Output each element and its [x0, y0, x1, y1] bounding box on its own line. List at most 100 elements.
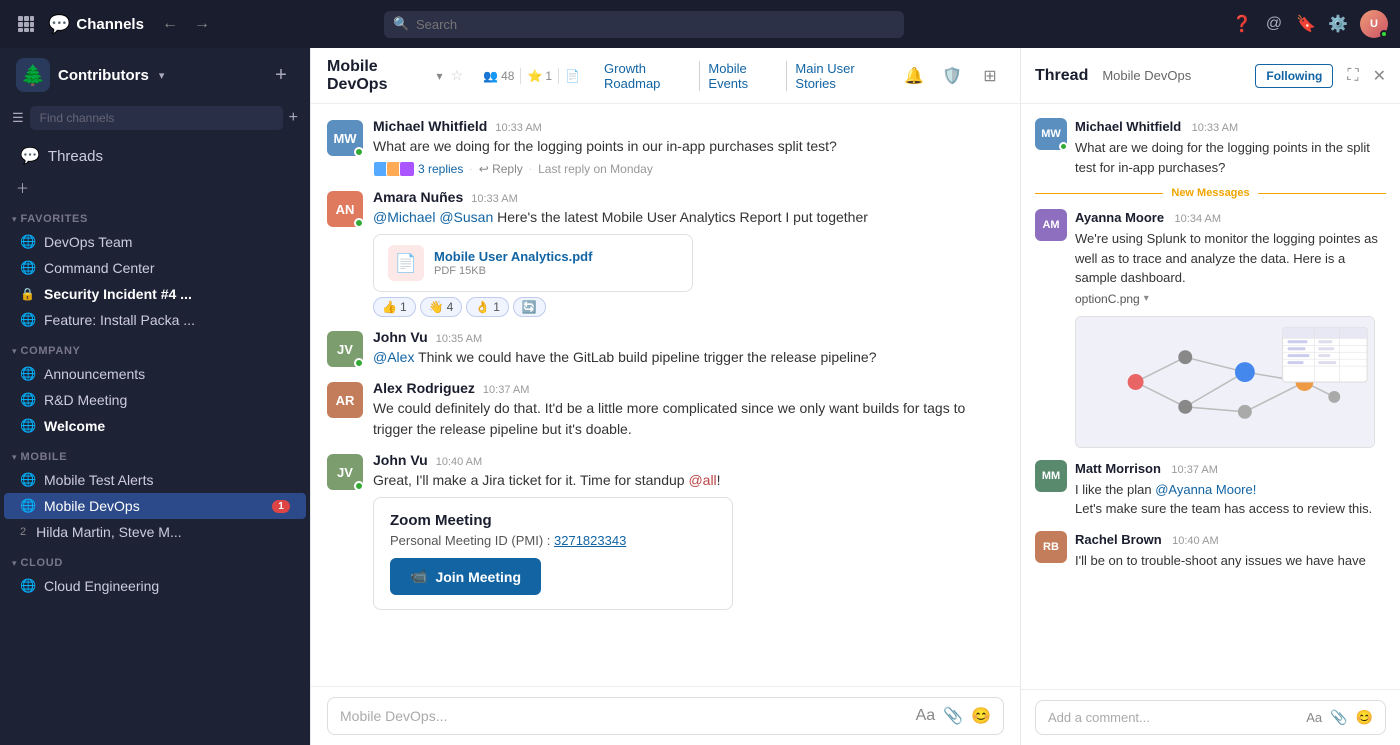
company-section-header[interactable]: ▾ COMPANY	[0, 341, 310, 361]
mobile-section-header[interactable]: ▾ MOBILE	[0, 447, 310, 467]
pdf-file-icon: 📄	[388, 245, 424, 281]
zoom-meeting-title: Zoom Meeting	[390, 512, 716, 529]
thread-sender-name: Rachel Brown	[1075, 532, 1162, 547]
close-icon[interactable]: ✕	[1373, 66, 1386, 86]
thread-dot-separator: ·	[469, 164, 472, 175]
sidebar-item-label: DevOps Team	[44, 234, 290, 250]
thread-message-header: Ayanna Moore 10:34 AM	[1075, 209, 1386, 227]
nav-forward-button[interactable]: →	[188, 11, 216, 37]
reaction-wave[interactable]: 👋4	[420, 297, 463, 317]
sidebar-item-command-center[interactable]: 🌐 Command Center	[4, 255, 306, 281]
font-size-icon[interactable]: Aa	[1306, 710, 1322, 725]
help-icon[interactable]: ❓	[1232, 14, 1252, 34]
workspace-selector[interactable]: 🌲 Contributors ▾	[16, 58, 164, 92]
reaction-ok[interactable]: 👌1	[466, 297, 509, 317]
thread-message-time: 10:34 AM	[1175, 213, 1221, 225]
mention-all: @all	[688, 472, 716, 488]
attachment-icon[interactable]: 📎	[1330, 709, 1347, 726]
thread-message-avatar: RB	[1035, 531, 1067, 563]
avatar-online-dot	[354, 358, 364, 368]
shield-icon[interactable]: 🛡️	[938, 62, 966, 90]
image-preview-card[interactable]	[1075, 316, 1375, 448]
bookmark-icon[interactable]: 🔖	[1296, 14, 1316, 34]
workspace-chevron-icon: ▾	[159, 69, 165, 82]
thread-dot-separator-2: ·	[529, 164, 532, 175]
thread-comment-input[interactable]	[1048, 710, 1298, 725]
network-graph-image	[1076, 317, 1374, 447]
star-count-label: ⭐ 1	[527, 69, 552, 83]
sidebar-item-devops-team[interactable]: 🌐 DevOps Team	[4, 229, 306, 255]
thread-sender-name: Michael Whitfield	[1075, 119, 1181, 134]
channel-chevron-icon[interactable]: ▾	[437, 69, 443, 83]
layout-icon[interactable]: ⊞	[976, 62, 1004, 90]
zoom-id-link[interactable]: 3271823343	[554, 533, 626, 548]
message-header: John Vu 10:40 AM	[373, 452, 1004, 468]
notification-bell-icon[interactable]: 🔔	[900, 62, 928, 90]
settings-icon[interactable]: ⚙️	[1328, 14, 1348, 34]
channel-panel: Mobile DevOps ▾ ☆ 👥 48 ⭐ 1 📄 Growth Road…	[310, 48, 1020, 745]
sidebar: 🌲 Contributors ▾ + ☰ + 💬 Threads ＋ ▾	[0, 48, 310, 745]
thread-replies-link[interactable]: 3 replies	[418, 162, 463, 176]
thread-message-time: 10:33 AM	[1192, 122, 1238, 134]
sidebar-item-mobile-test-alerts[interactable]: 🌐 Mobile Test Alerts	[4, 467, 306, 493]
nav-back-button[interactable]: ←	[156, 11, 184, 37]
thread-avatar-3	[399, 161, 415, 177]
globe-icon: 🌐	[20, 418, 36, 434]
channel-star-icon[interactable]: ☆	[451, 67, 464, 84]
thread-sender-name: Matt Morrison	[1075, 461, 1161, 476]
divider-line-right	[1258, 193, 1386, 194]
join-meeting-button[interactable]: 📹 Join Meeting	[390, 558, 541, 595]
thread-message-row: MM Matt Morrison 10:37 AM I like the pla…	[1021, 454, 1400, 525]
thread-message-text: We're using Splunk to monitor the loggin…	[1075, 229, 1386, 288]
following-button[interactable]: Following	[1255, 64, 1333, 88]
sidebar-item-welcome[interactable]: 🌐 Welcome	[4, 413, 306, 439]
sidebar-item-security-incident[interactable]: 🔒 Security Incident #4 ...	[4, 281, 306, 307]
company-chevron-icon: ▾	[12, 346, 17, 357]
file-info: Mobile User Analytics.pdf PDF 15KB	[434, 249, 592, 277]
channel-header-links: Growth Roadmap Mobile Events Main User S…	[596, 61, 892, 91]
thread-message-content: Ayanna Moore 10:34 AM We're using Splunk…	[1075, 209, 1386, 448]
channel-link-growth-roadmap[interactable]: Growth Roadmap	[596, 61, 700, 91]
mobile-chevron-icon: ▾	[12, 452, 17, 463]
add-item-row[interactable]: ＋	[0, 174, 310, 201]
grid-icon[interactable]	[12, 10, 40, 38]
sidebar-item-announcements[interactable]: 🌐 Announcements	[4, 361, 306, 387]
sidebar-item-rd-meeting[interactable]: 🌐 R&D Meeting	[4, 387, 306, 413]
add-channel-button[interactable]: +	[268, 62, 294, 88]
new-messages-divider: New Messages	[1021, 183, 1400, 203]
emoji-icon[interactable]: 😊	[971, 706, 991, 726]
file-attachment-card[interactable]: 📄 Mobile User Analytics.pdf PDF 15KB	[373, 234, 693, 292]
emoji-icon[interactable]: 😊	[1356, 709, 1373, 726]
company-section-label: COMPANY	[21, 345, 81, 357]
channel-input-area: Aa 📎 😊	[311, 686, 1020, 745]
image-file-label[interactable]: optionC.png ▾	[1075, 288, 1386, 310]
find-channels-input[interactable]	[30, 106, 283, 130]
globe-icon: 🌐	[20, 312, 36, 328]
mention-icon[interactable]: @	[1264, 14, 1284, 34]
reaction-refresh[interactable]: 🔄	[513, 297, 546, 317]
attachment-icon[interactable]: 📎	[943, 706, 963, 726]
favorites-section-header[interactable]: ▾ FAVORITES	[0, 209, 310, 229]
font-size-icon[interactable]: Aa	[916, 707, 936, 725]
app-icon: 💬	[48, 14, 70, 35]
message-sender-name: Alex Rodriguez	[373, 380, 475, 396]
cloud-section-header[interactable]: ▾ CLOUD	[0, 553, 310, 573]
channel-link-mobile-events[interactable]: Mobile Events	[700, 61, 787, 91]
message-header: Michael Whitfield 10:33 AM	[373, 118, 1004, 134]
sidebar-add-channel-icon[interactable]: +	[289, 109, 298, 127]
reply-button[interactable]: ↩ Reply	[479, 162, 523, 176]
expand-icon[interactable]: ⛶	[1347, 67, 1358, 85]
mobile-section: ▾ MOBILE 🌐 Mobile Test Alerts 🌐 Mobile D…	[0, 447, 310, 545]
search-input[interactable]	[384, 11, 904, 38]
threads-nav-item[interactable]: 💬 Threads	[4, 138, 306, 174]
sidebar-item-dm-hilda[interactable]: 2 Hilda Martin, Steve M...	[4, 519, 306, 545]
sidebar-item-feature-install[interactable]: 🌐 Feature: Install Packa ...	[4, 307, 306, 333]
channel-link-main-user-stories[interactable]: Main User Stories	[787, 61, 892, 91]
reaction-thumbsup[interactable]: 👍1	[373, 297, 416, 317]
filter-button[interactable]: ☰	[12, 110, 24, 126]
sidebar-item-mobile-devops[interactable]: 🌐 Mobile DevOps 1	[4, 493, 306, 519]
sidebar-item-cloud-engineering[interactable]: 🌐 Cloud Engineering	[4, 573, 306, 599]
workspace-name[interactable]: Contributors	[58, 67, 149, 84]
channel-message-input[interactable]	[340, 708, 908, 724]
user-avatar[interactable]: U	[1360, 10, 1388, 38]
